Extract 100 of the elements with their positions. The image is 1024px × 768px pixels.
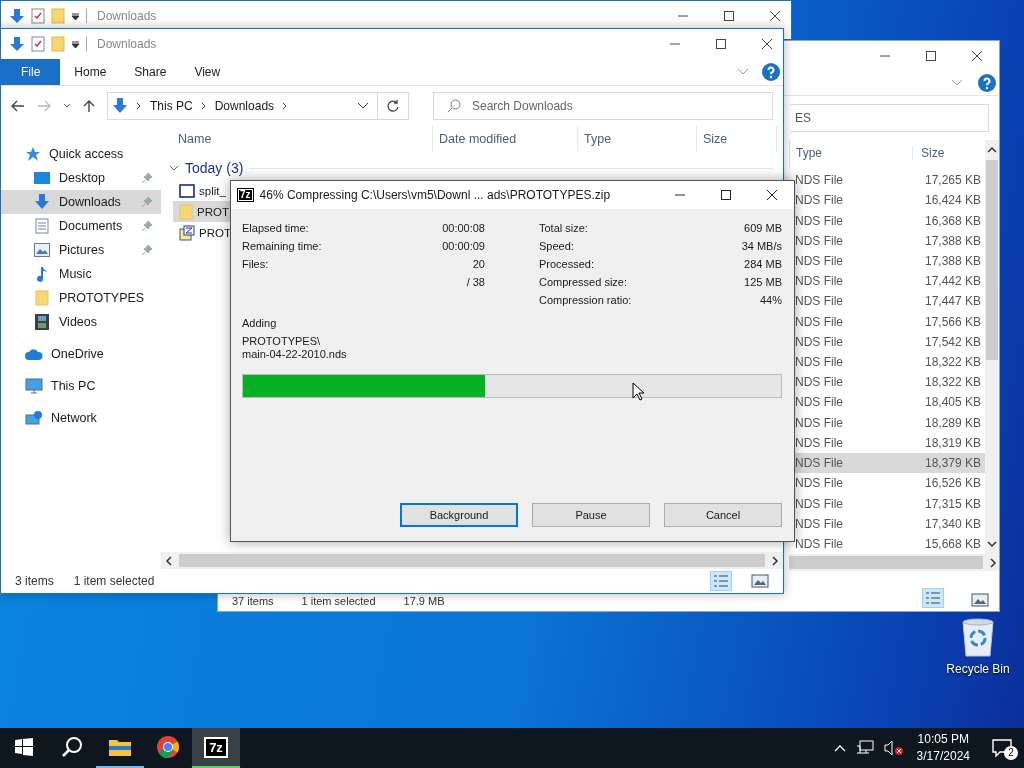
chevron-down-icon[interactable] <box>357 102 369 110</box>
dropdown-icon[interactable] <box>71 39 80 49</box>
column-header[interactable]: Type <box>578 126 697 152</box>
stat-value: 00:00:09 <box>442 240 485 252</box>
close-icon[interactable] <box>769 10 781 22</box>
dialog-button[interactable]: Background <box>400 503 518 527</box>
sidebar-item[interactable]: Downloads <box>1 190 161 214</box>
vertical-scrollbar[interactable] <box>985 140 999 554</box>
maximize-icon[interactable] <box>925 50 937 62</box>
scroll-up-icon[interactable] <box>987 146 997 154</box>
properties-icon[interactable] <box>31 36 45 52</box>
film-icon <box>35 314 49 330</box>
back-arrow-icon[interactable] <box>11 100 25 112</box>
ribbon-tab[interactable]: View <box>180 59 235 85</box>
stat-value: 34 MB/s <box>741 240 782 252</box>
sidebar-item[interactable]: Music <box>1 262 161 286</box>
dialog-button[interactable]: Pause <box>532 503 650 527</box>
chevron-right-icon[interactable] <box>282 102 289 110</box>
sidebar-item[interactable]: Videos <box>1 310 161 334</box>
column-header[interactable]: Date modified <box>433 126 578 152</box>
status-text: 17.9 MB <box>403 595 445 607</box>
stat-value: 00:00:08 <box>442 222 485 234</box>
search-field[interactable]: ES <box>791 104 989 132</box>
stat-label: Compressed size: <box>539 276 628 288</box>
search-field[interactable]: Search Downloads <box>433 92 773 120</box>
group-header[interactable]: Today (3) <box>185 160 244 176</box>
document-icon <box>35 218 49 234</box>
ribbon-tab[interactable]: File <box>1 59 61 85</box>
stat-value: / 38 <box>466 276 485 288</box>
notification-badge: 2 <box>1004 746 1018 760</box>
breadcrumb[interactable]: Downloads <box>214 99 275 113</box>
sidebar-item[interactable]: OneDrive <box>1 342 161 366</box>
chevron-down-icon[interactable] <box>63 103 71 109</box>
column-header[interactable]: Size <box>697 126 777 152</box>
sidebar-item[interactable]: Quick access <box>1 142 161 166</box>
status-text: 3 items <box>15 574 54 588</box>
chevron-right-icon[interactable] <box>136 102 142 110</box>
mouse-cursor-icon <box>632 382 644 401</box>
maximize-icon[interactable] <box>715 38 727 50</box>
properties-icon[interactable] <box>31 8 45 24</box>
close-icon[interactable] <box>761 38 773 50</box>
sidebar-item[interactable]: PROTOTYPES <box>1 286 161 310</box>
column-header[interactable]: Name <box>161 126 433 152</box>
status-text: 1 item selected <box>301 595 376 607</box>
computer-icon <box>25 378 43 394</box>
search-icon <box>61 736 83 758</box>
download-arrow-icon[interactable] <box>9 36 25 52</box>
maximize-icon[interactable] <box>720 189 732 201</box>
scroll-down-icon[interactable] <box>987 540 997 548</box>
collapse-chevron-icon[interactable] <box>169 164 179 172</box>
scroll-right-icon[interactable] <box>771 555 779 566</box>
up-arrow-icon[interactable] <box>83 99 95 113</box>
sidebar-item[interactable]: Desktop <box>1 166 161 190</box>
ribbon-tab[interactable]: Home <box>60 59 121 85</box>
clock-time[interactable]: 10:05 PM <box>917 731 969 748</box>
scroll-left-icon[interactable] <box>165 555 173 566</box>
dialog-button[interactable]: Cancel <box>664 503 782 527</box>
recycle-bin-icon[interactable] <box>960 616 996 658</box>
stat-label: Elapsed time: <box>242 222 309 234</box>
thumbnail-view-icon[interactable] <box>971 593 989 607</box>
close-icon[interactable] <box>971 50 983 62</box>
scroll-right-icon[interactable] <box>989 557 997 568</box>
cloud-icon <box>25 348 43 360</box>
breadcrumb[interactable]: This PC <box>150 99 193 113</box>
clock-date[interactable]: 3/17/2024 <box>916 748 970 765</box>
sidebar-item[interactable]: Documents <box>1 214 161 238</box>
file-row[interactable]: NDS File 15,668 KB <box>789 533 985 555</box>
sidebar-item[interactable]: This PC <box>1 374 161 398</box>
desktop-icon-label: Recycle Bin <box>946 662 1010 676</box>
taskbar-button[interactable]: 7z <box>192 728 240 768</box>
sidebar-item[interactable]: Network <box>1 406 161 430</box>
muted-speaker-icon[interactable] <box>883 740 904 756</box>
stat-label: Speed: <box>539 240 574 252</box>
maximize-icon[interactable] <box>723 10 735 22</box>
status-text: 37 items <box>232 595 274 607</box>
stat-value: 125 MB <box>744 276 782 288</box>
stat-label: Files: <box>242 258 269 270</box>
file-path: PROTOTYPES\ <box>242 335 322 348</box>
refresh-icon[interactable] <box>386 99 400 113</box>
folder-icon <box>179 203 193 220</box>
dropdown-icon[interactable] <box>71 11 80 21</box>
download-arrow-icon[interactable] <box>9 8 25 24</box>
address-bar[interactable]: This PC Downloads <box>107 92 409 120</box>
archive-file-icon <box>179 224 195 241</box>
window-file-icon <box>179 183 195 198</box>
sidebar-item[interactable]: Pictures <box>1 238 161 262</box>
chevron-right-icon[interactable] <box>200 102 207 110</box>
notification-icon[interactable] <box>992 739 1012 757</box>
stat-label: Processed: <box>539 258 595 270</box>
horizontal-scrollbar[interactable] <box>789 554 999 571</box>
folder-icon <box>108 737 132 757</box>
column-header[interactable]: Type <box>790 146 912 161</box>
network-icon[interactable] <box>855 740 874 756</box>
thumbnail-view-icon[interactable] <box>751 574 769 588</box>
close-icon[interactable] <box>766 189 778 201</box>
help-icon[interactable] <box>977 73 997 93</box>
horizontal-scrollbar[interactable] <box>161 552 783 569</box>
ribbon-tab[interactable]: Share <box>120 59 181 85</box>
chevron-up-icon[interactable] <box>833 744 846 752</box>
help-icon[interactable] <box>761 62 781 82</box>
